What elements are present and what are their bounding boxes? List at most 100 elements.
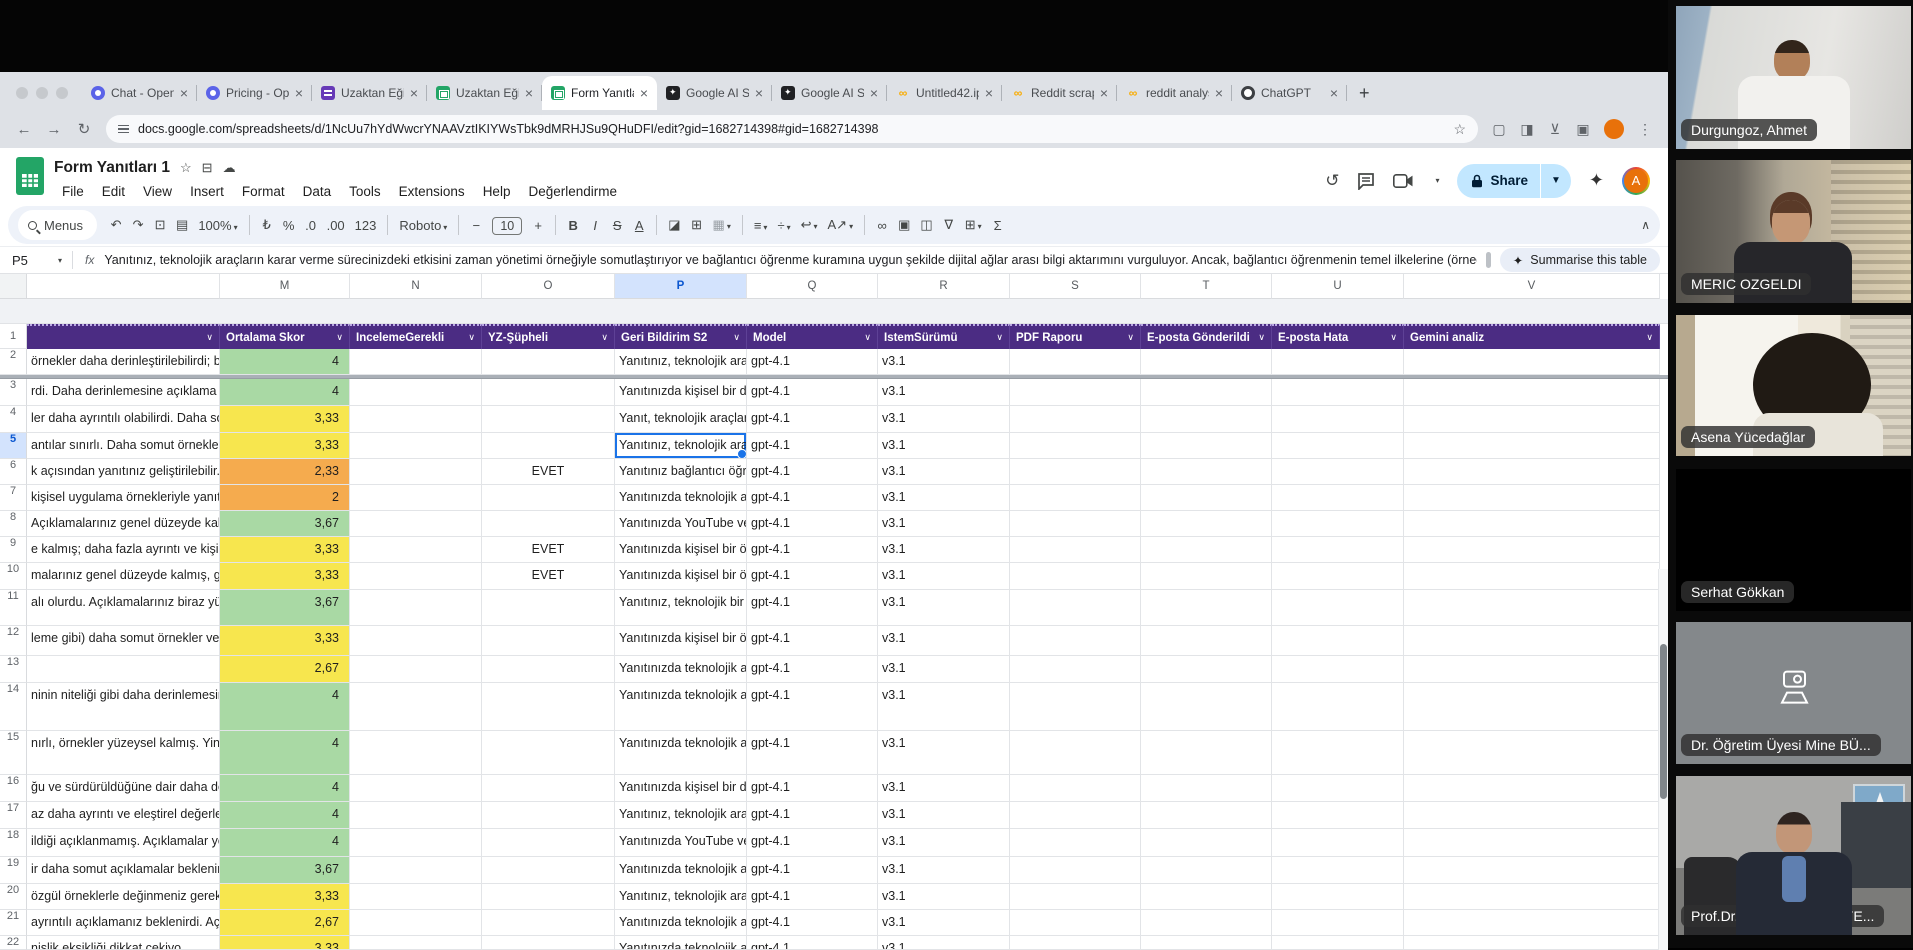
table-header-cell[interactable]: YZ-Şüpheli∨: [482, 324, 615, 349]
menu-help[interactable]: Help: [475, 182, 519, 201]
decrease-decimal-icon[interactable]: .0: [300, 218, 322, 233]
vertical-scrollbar[interactable]: [1658, 569, 1668, 950]
cell-M11[interactable]: 3,67: [220, 590, 350, 626]
filter-caret-icon[interactable]: ∨: [203, 332, 216, 343]
cell-T20[interactable]: [1141, 884, 1272, 910]
close-window-button[interactable]: [16, 87, 28, 99]
cell-N12[interactable]: [350, 626, 482, 656]
bold-icon[interactable]: B: [562, 218, 584, 233]
italic-icon[interactable]: I: [584, 218, 606, 233]
column-header-R[interactable]: R: [878, 274, 1010, 299]
table-views-icon[interactable]: ⊞▾: [960, 217, 987, 233]
currency-try-icon[interactable]: ₺: [256, 217, 278, 233]
row-number[interactable]: 4: [0, 406, 27, 433]
cell-L7[interactable]: kişisel uygulama örnekleriyle yanıtınız: [27, 485, 220, 511]
borders-icon[interactable]: ⊞: [686, 217, 708, 233]
cell-R13[interactable]: v3.1: [878, 656, 1010, 683]
cell-Q4[interactable]: gpt-4.1: [747, 406, 878, 433]
cell-O14[interactable]: [482, 683, 615, 731]
row-number[interactable]: 12: [0, 626, 27, 656]
cell-L17[interactable]: az daha ayrıntı ve eleştirel değerlend: [27, 802, 220, 829]
cell-N8[interactable]: [350, 511, 482, 537]
comments-icon[interactable]: [1357, 172, 1375, 190]
summarise-table-button[interactable]: ✦ Summarise this table: [1500, 248, 1660, 272]
paint-format-icon[interactable]: ▤: [171, 217, 193, 233]
cell-P9[interactable]: Yanıtınızda kişisel bir örn: [615, 537, 747, 563]
cell-M14[interactable]: 4: [220, 683, 350, 731]
cell-L11[interactable]: alı olurdu. Açıklamalarınız biraz yüze: [27, 590, 220, 626]
strikethrough-icon[interactable]: S: [606, 218, 628, 233]
cell-Q15[interactable]: gpt-4.1: [747, 731, 878, 775]
cell-V6[interactable]: [1404, 459, 1660, 485]
merge-cells-icon[interactable]: ▦▾: [708, 217, 736, 233]
cell-O11[interactable]: [482, 590, 615, 626]
cell-L19[interactable]: ir daha somut açıklamalar beklenirdi: [27, 857, 220, 884]
filter-caret-icon[interactable]: ∨: [465, 332, 478, 343]
column-header-P[interactable]: P: [615, 274, 747, 299]
menu-extensions[interactable]: Extensions: [391, 182, 473, 201]
cell-R7[interactable]: v3.1: [878, 485, 1010, 511]
column-header-M[interactable]: M: [220, 274, 350, 299]
cell-T21[interactable]: [1141, 910, 1272, 936]
cell-L6[interactable]: k açısından yanıtınız geliştirilebilir. …: [27, 459, 220, 485]
cell-T8[interactable]: [1141, 511, 1272, 537]
cell-P11[interactable]: Yanıtınız, teknolojik bir a: [615, 590, 747, 626]
filter-caret-icon[interactable]: ∨: [1255, 332, 1268, 343]
cell-L20[interactable]: özgül örneklerle değinmeniz gerekir: [27, 884, 220, 910]
filter-caret-icon[interactable]: ∨: [861, 332, 874, 343]
cell-T14[interactable]: [1141, 683, 1272, 731]
menu-değerlendirme[interactable]: Değerlendirme: [520, 182, 625, 201]
cell-O20[interactable]: [482, 884, 615, 910]
back-icon[interactable]: ←: [10, 121, 38, 138]
document-title[interactable]: Form Yanıtları 1: [54, 159, 170, 177]
row-number[interactable]: 20: [0, 884, 27, 910]
formula-input[interactable]: Yanıtınız, teknolojik araçların karar ve…: [104, 253, 1476, 267]
cell-Q8[interactable]: gpt-4.1: [747, 511, 878, 537]
cell-P4[interactable]: Yanıt, teknolojik araçları: [615, 406, 747, 433]
cell-Q13[interactable]: gpt-4.1: [747, 656, 878, 683]
cell-R20[interactable]: v3.1: [878, 884, 1010, 910]
cell-R5[interactable]: v3.1: [878, 433, 1010, 459]
row-number[interactable]: 10: [0, 563, 27, 590]
row-number[interactable]: 6: [0, 459, 27, 485]
row-number[interactable]: 9: [0, 537, 27, 563]
cell-Q10[interactable]: gpt-4.1: [747, 563, 878, 590]
increase-decimal-control[interactable]: .00: [322, 218, 350, 233]
cell-T18[interactable]: [1141, 829, 1272, 857]
url-text[interactable]: docs.google.com/spreadsheets/d/1NcUu7hYd…: [138, 122, 1444, 136]
cell-M15[interactable]: 4: [220, 731, 350, 775]
browser-tab[interactable]: Uzaktan Eğitim×: [312, 76, 427, 110]
site-settings-icon[interactable]: [118, 125, 129, 134]
cell-V4[interactable]: [1404, 406, 1660, 433]
cell-R6[interactable]: v3.1: [878, 459, 1010, 485]
downloads-icon[interactable]: ⊻: [1542, 121, 1568, 138]
cell-M2[interactable]: 4: [220, 349, 350, 375]
table-header-cell[interactable]: ∨: [27, 324, 220, 349]
cell-S3[interactable]: [1010, 379, 1141, 406]
cell-L2[interactable]: örnekler daha derinleştirilebilirdi; bağ: [27, 349, 220, 375]
cell-T11[interactable]: [1141, 590, 1272, 626]
cell-Q5[interactable]: gpt-4.1: [747, 433, 878, 459]
cell-L4[interactable]: ler daha ayrıntılı olabilirdi. Daha som: [27, 406, 220, 433]
column-header-T[interactable]: T: [1141, 274, 1272, 299]
filter-caret-icon[interactable]: ∨: [333, 332, 346, 343]
cell-P13[interactable]: Yanıtınızda teknolojik ar: [615, 656, 747, 683]
cell-S4[interactable]: [1010, 406, 1141, 433]
cell-O15[interactable]: [482, 731, 615, 775]
row-number[interactable]: 8: [0, 511, 27, 537]
cell-S5[interactable]: [1010, 433, 1141, 459]
cell-V14[interactable]: [1404, 683, 1660, 731]
cell-V21[interactable]: [1404, 910, 1660, 936]
cell-R17[interactable]: v3.1: [878, 802, 1010, 829]
cell-S20[interactable]: [1010, 884, 1141, 910]
cell-Q9[interactable]: gpt-4.1: [747, 537, 878, 563]
cell-S15[interactable]: [1010, 731, 1141, 775]
row-number[interactable]: 2: [0, 349, 27, 375]
cell-V16[interactable]: [1404, 775, 1660, 802]
cell-P14[interactable]: Yanıtınızda teknolojik ar: [615, 683, 747, 731]
browser-tab[interactable]: Untitled42.ipy×: [887, 76, 1002, 110]
formula-bar-scroll-handle[interactable]: [1486, 252, 1491, 268]
column-header-O[interactable]: O: [482, 274, 615, 299]
cell-U16[interactable]: [1272, 775, 1404, 802]
cell-L5[interactable]: antılar sınırlı. Daha somut örnekler ve: [27, 433, 220, 459]
